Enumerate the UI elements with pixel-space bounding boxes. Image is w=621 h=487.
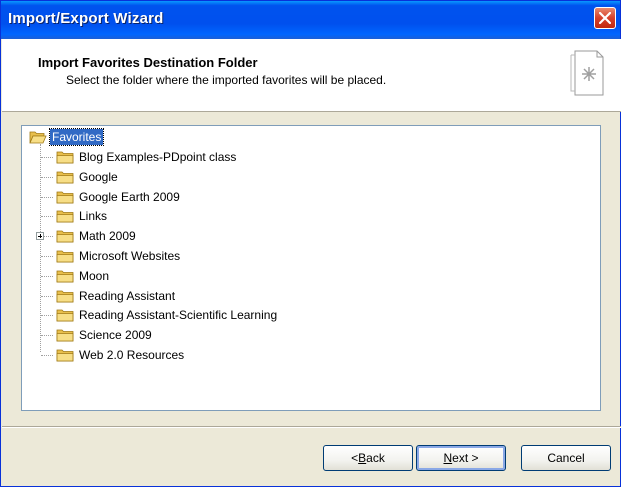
folder-icon [56, 210, 74, 223]
tree-item-label: Science 2009 [79, 328, 152, 343]
folder-icon [56, 329, 74, 342]
close-button[interactable] [594, 7, 616, 29]
cancel-button-label: Cancel [547, 451, 585, 465]
folder-icon [56, 349, 74, 362]
tree-item[interactable]: Links [56, 207, 109, 225]
folder-icon [56, 230, 74, 243]
tree-line [40, 144, 41, 352]
window-title: Import/Export Wizard [8, 10, 164, 27]
folder-icon [56, 250, 74, 263]
back-button-prefix: < [351, 451, 359, 465]
tree-item-label: Reading Assistant-Scientific Learning [79, 308, 278, 323]
folder-icon [56, 191, 74, 203]
tree-line [41, 216, 53, 218]
tree-item-label: Moon [79, 268, 110, 283]
folder-icon [56, 151, 74, 164]
tree-item-label: Google [79, 169, 118, 184]
expand-toggle-icon[interactable] [36, 232, 44, 241]
wizard-header: Import Favorites Destination Folder Sele… [2, 39, 621, 112]
folder-tree[interactable]: Favorites Blog Examples-PDpoint class Goo… [21, 125, 601, 411]
tree-item-label: Blog Examples-PDpoint class [79, 150, 237, 164]
tree-line [41, 335, 53, 337]
tree-item[interactable]: Google [56, 168, 120, 186]
cancel-button[interactable]: Cancel [521, 445, 611, 471]
wizard-window: Import/Export Wizard Import Favorites De… [0, 0, 621, 487]
next-button-label: ext > [452, 451, 479, 465]
tree-item[interactable]: Web 2.0 Resources [56, 346, 186, 364]
tree-item-label: Microsoft Websites [79, 249, 181, 263]
tree-item-label: Web 2.0 Resources [79, 348, 185, 362]
tree-line [41, 157, 53, 158]
tree-root-label: Favorites [48, 128, 105, 146]
tree-item[interactable]: Moon [56, 267, 111, 285]
back-button-label: ack [366, 451, 385, 465]
tree-line [41, 176, 53, 178]
tree-item[interactable]: Microsoft Websites [56, 247, 182, 265]
tree-item[interactable]: Google Earth 2009 [56, 188, 182, 206]
tree-line [41, 275, 53, 277]
next-button[interactable]: Next > [416, 445, 506, 471]
tree-item-label: Math 2009 [79, 229, 136, 244]
tree-item-label: Google Earth 2009 [79, 189, 180, 204]
tree-item[interactable]: Blog Examples-PDpoint class [56, 148, 238, 166]
back-button-accel: B [358, 451, 367, 465]
folder-open-icon [29, 131, 47, 144]
footer-divider [2, 426, 621, 428]
tree-line [41, 295, 53, 297]
folder-icon [56, 171, 74, 184]
tree-root-favorites[interactable]: Favorites [29, 128, 105, 146]
folder-icon [56, 270, 74, 283]
next-button-accel: N [443, 451, 453, 465]
back-button[interactable]: < Back [323, 445, 413, 471]
folder-icon [56, 309, 74, 322]
tree-item[interactable]: Reading Assistant [56, 287, 177, 305]
folder-icon [56, 290, 74, 302]
tree-item[interactable]: Reading Assistant-Scientific Learning [56, 306, 279, 324]
wizard-page-icon [570, 50, 604, 96]
tree-item[interactable]: Science 2009 [56, 326, 154, 344]
tree-line [41, 256, 53, 257]
title-bar[interactable]: Import/Export Wizard [1, 1, 620, 39]
tree-item[interactable]: Math 2009 [56, 227, 138, 245]
page-subtitle: Select the folder where the imported fav… [66, 73, 387, 87]
close-icon [599, 12, 611, 24]
page-title: Import Favorites Destination Folder [38, 55, 258, 70]
tree-line [41, 355, 53, 356]
tree-line [41, 315, 53, 317]
tree-line [41, 196, 53, 198]
tree-item-label: Reading Assistant [79, 288, 176, 303]
tree-item-label: Links [79, 209, 108, 224]
